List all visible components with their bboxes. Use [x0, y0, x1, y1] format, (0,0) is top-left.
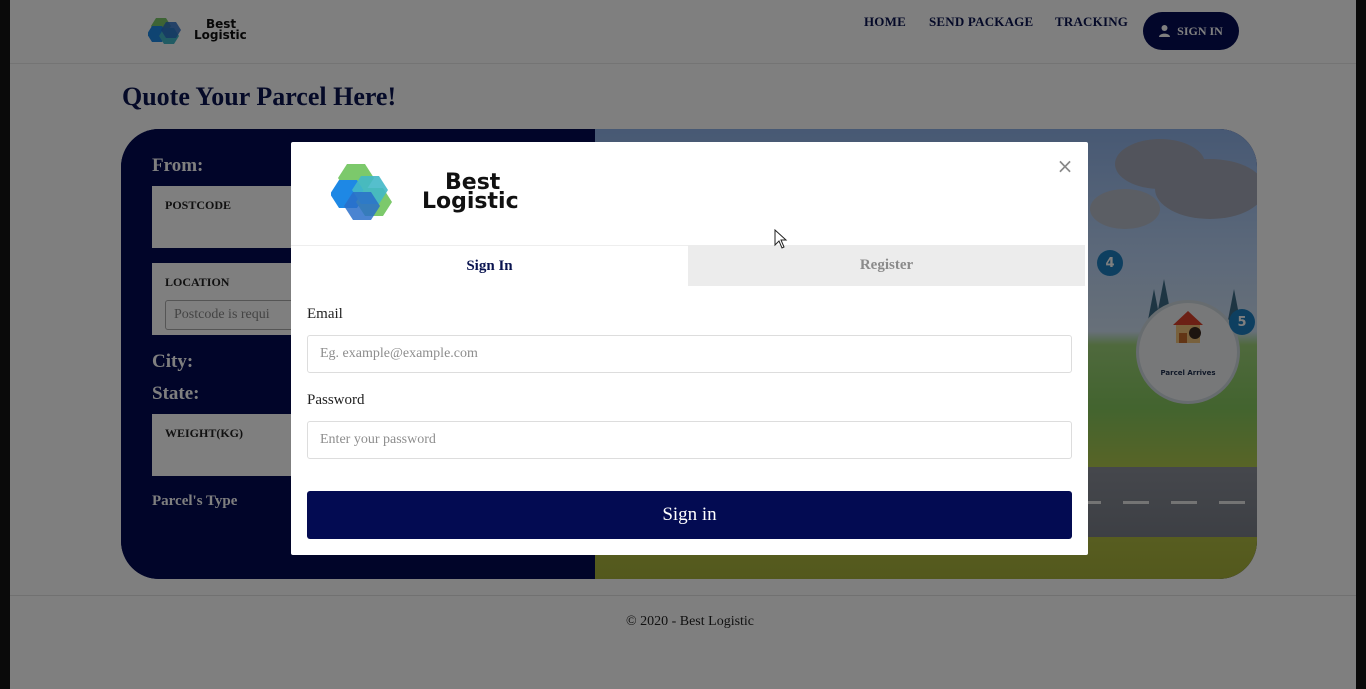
tab-register[interactable]: Register [688, 245, 1085, 286]
signin-submit-button[interactable]: Sign in [307, 491, 1072, 539]
auth-tabs: Sign In Register [291, 245, 1088, 286]
tab-signin[interactable]: Sign In [291, 245, 688, 286]
logo-hexagons-icon [331, 164, 392, 220]
modal-brand-line2: Logistic [422, 189, 519, 214]
page: Best Logistic HOME SEND PACKAGE TRACKING… [10, 0, 1356, 689]
signin-modal: Best Logistic × Sign In Register Email P… [291, 142, 1088, 555]
password-label: Password [307, 392, 365, 408]
password-input[interactable] [307, 421, 1072, 459]
mouse-cursor-icon [774, 229, 788, 249]
modal-brand-logo: Best Logistic [331, 162, 531, 224]
close-icon[interactable]: × [1055, 156, 1075, 176]
modal-brand-name: Best Logistic [422, 172, 519, 214]
email-input[interactable] [307, 335, 1072, 373]
email-label: Email [307, 306, 343, 322]
